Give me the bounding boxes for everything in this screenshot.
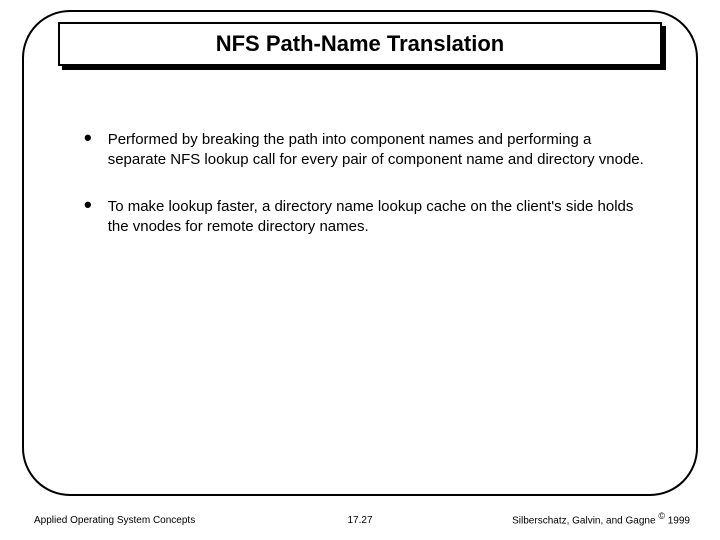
content-area: • Performed by breaking the path into co… (84, 130, 644, 263)
slide-title: NFS Path-Name Translation (216, 31, 505, 57)
footer-center: 17.27 (347, 515, 372, 526)
bullet-item: • To make lookup faster, a directory nam… (84, 197, 644, 238)
footer-authors: Silberschatz, Galvin, and Gagne (512, 515, 658, 526)
footer-right: Silberschatz, Galvin, and Gagne © 1999 (512, 511, 690, 526)
footer: Applied Operating System Concepts 17.27 … (0, 506, 720, 526)
bullet-text: To make lookup faster, a directory name … (108, 197, 644, 238)
bullet-marker-icon: • (84, 130, 92, 171)
footer-left: Applied Operating System Concepts (34, 515, 195, 526)
footer-year: 1999 (665, 515, 690, 526)
bullet-item: • Performed by breaking the path into co… (84, 130, 644, 171)
title-box: NFS Path-Name Translation (58, 22, 662, 66)
bullet-marker-icon: • (84, 197, 92, 238)
copyright-icon: © (658, 511, 665, 521)
bullet-text: Performed by breaking the path into comp… (108, 130, 644, 171)
